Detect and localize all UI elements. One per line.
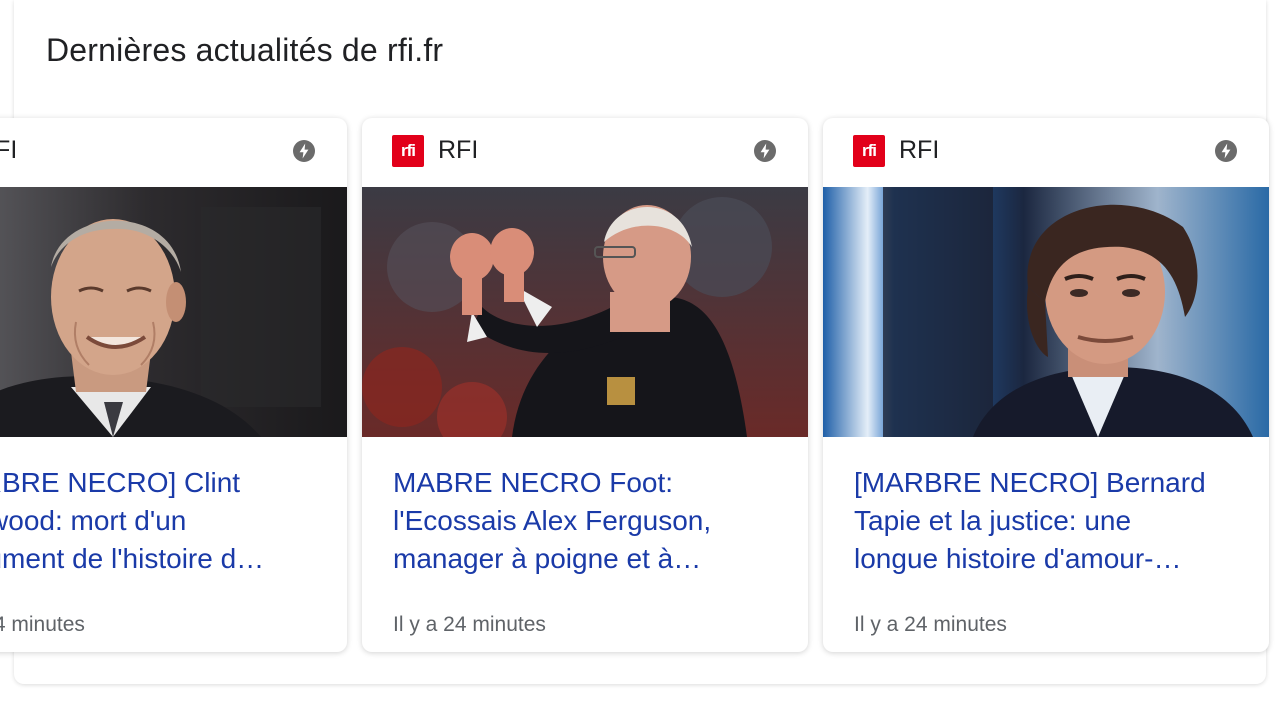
news-timestamp: Il y a 24 minutes bbox=[0, 613, 85, 636]
amp-lightning-icon bbox=[1215, 140, 1237, 162]
news-carousel[interactable]: rfi RFI bbox=[0, 104, 1280, 664]
amp-lightning-icon bbox=[293, 140, 315, 162]
tv-studio-image bbox=[823, 187, 1269, 437]
news-headline-link[interactable]: [MARBRE NECRO] Clint Eastwood: mort d'un… bbox=[0, 464, 324, 582]
news-panel: Dernières actualités de rfi.fr rfi RFI bbox=[0, 0, 1280, 720]
news-card[interactable]: rfi RFI bbox=[823, 118, 1269, 652]
rfi-logo-icon: rfi bbox=[392, 135, 424, 167]
news-thumbnail[interactable] bbox=[362, 187, 808, 437]
amp-lightning-icon bbox=[754, 140, 776, 162]
news-card[interactable]: rfi RFI bbox=[362, 118, 808, 652]
source-name: RFI bbox=[0, 136, 18, 164]
news-thumbnail[interactable] bbox=[823, 187, 1269, 437]
news-headline-link[interactable]: MABRE NECRO Foot: l'Ecossais Alex Fergus… bbox=[393, 464, 785, 582]
card-header: rfi RFI bbox=[362, 118, 808, 186]
news-headline-link[interactable]: [MARBRE NECRO] Bernard Tapie et la justi… bbox=[854, 464, 1246, 582]
news-thumbnail[interactable] bbox=[0, 187, 347, 437]
portrait-image bbox=[0, 187, 347, 437]
card-header: rfi RFI bbox=[823, 118, 1269, 186]
stadium-image bbox=[362, 187, 808, 437]
source-name: RFI bbox=[438, 136, 479, 164]
source-name: RFI bbox=[899, 136, 940, 164]
news-timestamp: Il y a 24 minutes bbox=[393, 613, 546, 636]
news-card[interactable]: rfi RFI bbox=[0, 118, 347, 652]
news-timestamp: Il y a 24 minutes bbox=[854, 613, 1007, 636]
rfi-logo-icon: rfi bbox=[853, 135, 885, 167]
card-header: rfi RFI bbox=[0, 118, 347, 186]
section-title: Dernières actualités de rfi.fr bbox=[46, 32, 444, 68]
